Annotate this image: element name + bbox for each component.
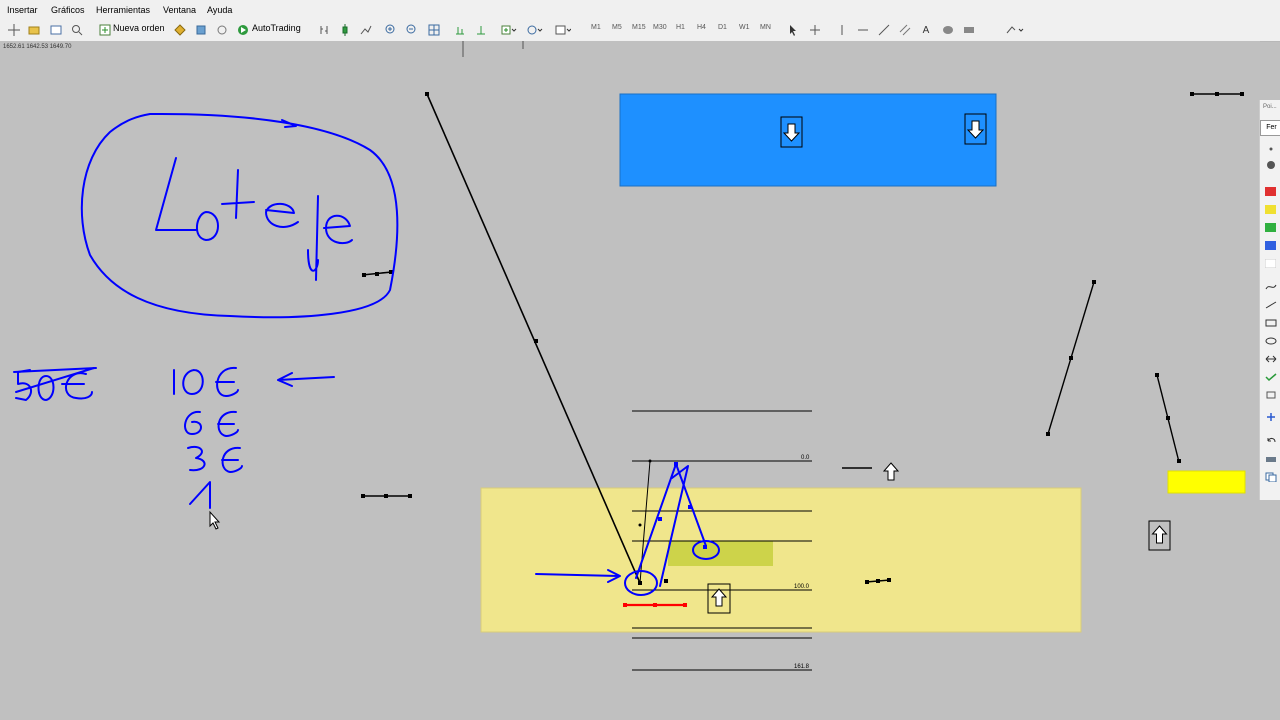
zoom-out-icon[interactable] [406,22,418,38]
channel-icon[interactable] [899,22,911,38]
cursor-icon[interactable] [786,22,800,38]
menu-graficos[interactable]: Gráficos [51,5,85,15]
fib-label-0: 0.0 [801,455,810,461]
drawing-panel: Poi... Fer [1259,100,1280,500]
arrow-down-icon[interactable] [780,116,803,148]
line-tool-icon[interactable] [1264,300,1277,310]
line-chart-icon[interactable] [360,22,372,38]
yellow-zone-rect[interactable] [480,487,1082,633]
mouse-cursor-icon [209,510,221,530]
candle-icon[interactable] [339,22,351,38]
autotrading-icon[interactable] [237,22,249,38]
ellipse-icon[interactable] [1264,336,1277,346]
fib-label-100: 100.0 [794,584,810,590]
rectangle-tool-icon[interactable] [962,22,976,38]
bright-yellow-rect[interactable] [1167,470,1246,494]
timeframe-h4[interactable]: H4 [697,24,706,31]
menu-bar: Insertar Gráficos Herramientas Ventana A… [0,0,1280,19]
horizontal-line-icon[interactable] [857,22,869,38]
toolbar: Nueva orden AutoTrading M1 M5 M15 M30 H1… [0,19,1280,42]
chart-drawings: 0.0 100.0 161.8 [13,41,1246,671]
text-tool-icon[interactable]: A [920,22,932,38]
dot-large-icon[interactable] [1264,160,1277,170]
database-icon[interactable] [195,22,207,38]
dot-small-icon[interactable] [1264,144,1277,154]
olive-zone-rect[interactable] [668,541,773,566]
chart-shift-icon[interactable] [475,22,487,38]
color-blue-icon[interactable] [1264,240,1277,250]
blue-zone-rect[interactable] [619,93,997,187]
chart-area[interactable]: 0.0 100.0 161.8 [0,41,1260,720]
indicators-icon[interactable] [500,22,518,38]
templates-icon[interactable] [554,22,572,38]
arrow-up-icon[interactable] [1148,520,1171,551]
color-yellow-icon[interactable] [1264,204,1277,214]
double-arrow-icon[interactable] [1264,354,1277,364]
bar-chart-icon[interactable] [318,22,330,38]
panel-title: Poi... [1263,104,1277,110]
timeframe-mn[interactable]: MN [760,24,771,31]
color-red-icon[interactable] [1264,186,1277,196]
color-green-icon[interactable] [1264,222,1277,232]
copy-icon[interactable] [1264,472,1277,482]
quote-readout: 1652.61 1642.53 1649.70 [3,44,72,50]
autotrading-button[interactable]: AutoTrading [252,23,301,33]
new-order-button[interactable]: Nueva orden [113,23,165,33]
color-white-icon[interactable] [1264,258,1277,268]
freehand-icon[interactable] [1264,282,1277,292]
timeframe-m1[interactable]: M1 [591,24,601,31]
timeframe-m15[interactable]: M15 [632,24,646,31]
vertical-line-icon[interactable] [836,22,848,38]
select-area-icon[interactable] [1264,390,1277,400]
timeframe-w1[interactable]: W1 [739,24,750,31]
crosshair-icon[interactable] [7,22,21,38]
ellipse-tool-icon[interactable] [941,22,955,38]
timeframe-m30[interactable]: M30 [653,24,667,31]
arrow-down-icon[interactable] [964,113,987,145]
timeframe-m5[interactable]: M5 [612,24,622,31]
diamond-icon[interactable] [174,22,186,38]
signal-icon[interactable] [216,22,228,38]
objects-dropdown-icon[interactable] [1004,22,1028,38]
panel-tab[interactable]: Fer [1260,120,1280,136]
undo-icon[interactable] [1264,436,1277,446]
fib-label-161: 161.8 [794,664,810,670]
window-icon[interactable] [49,22,63,38]
menu-herramientas[interactable]: Herramientas [96,5,150,15]
trendline-icon[interactable] [878,22,890,38]
new-order-icon[interactable] [98,22,112,38]
menu-insertar[interactable]: Insertar [7,5,38,15]
eraser-icon[interactable] [1264,454,1277,464]
zoom-in-icon[interactable] [385,22,397,38]
rectangle-icon[interactable] [1264,318,1277,328]
periods-icon[interactable] [526,22,544,38]
arrow-up-icon[interactable] [882,462,900,481]
autoscroll-icon[interactable] [454,22,466,38]
checkmark-icon[interactable] [1264,372,1277,382]
plus-icon[interactable] [1264,412,1277,422]
folder-icon[interactable] [27,22,41,38]
timeframe-d1[interactable]: D1 [718,24,727,31]
tile-icon[interactable] [428,22,440,38]
zoom-icon[interactable] [70,22,84,38]
menu-ventana[interactable]: Ventana [163,5,196,15]
menu-ayuda[interactable]: Ayuda [207,5,232,15]
crosshair-tool-icon[interactable] [808,22,822,38]
timeframe-h1[interactable]: H1 [676,24,685,31]
